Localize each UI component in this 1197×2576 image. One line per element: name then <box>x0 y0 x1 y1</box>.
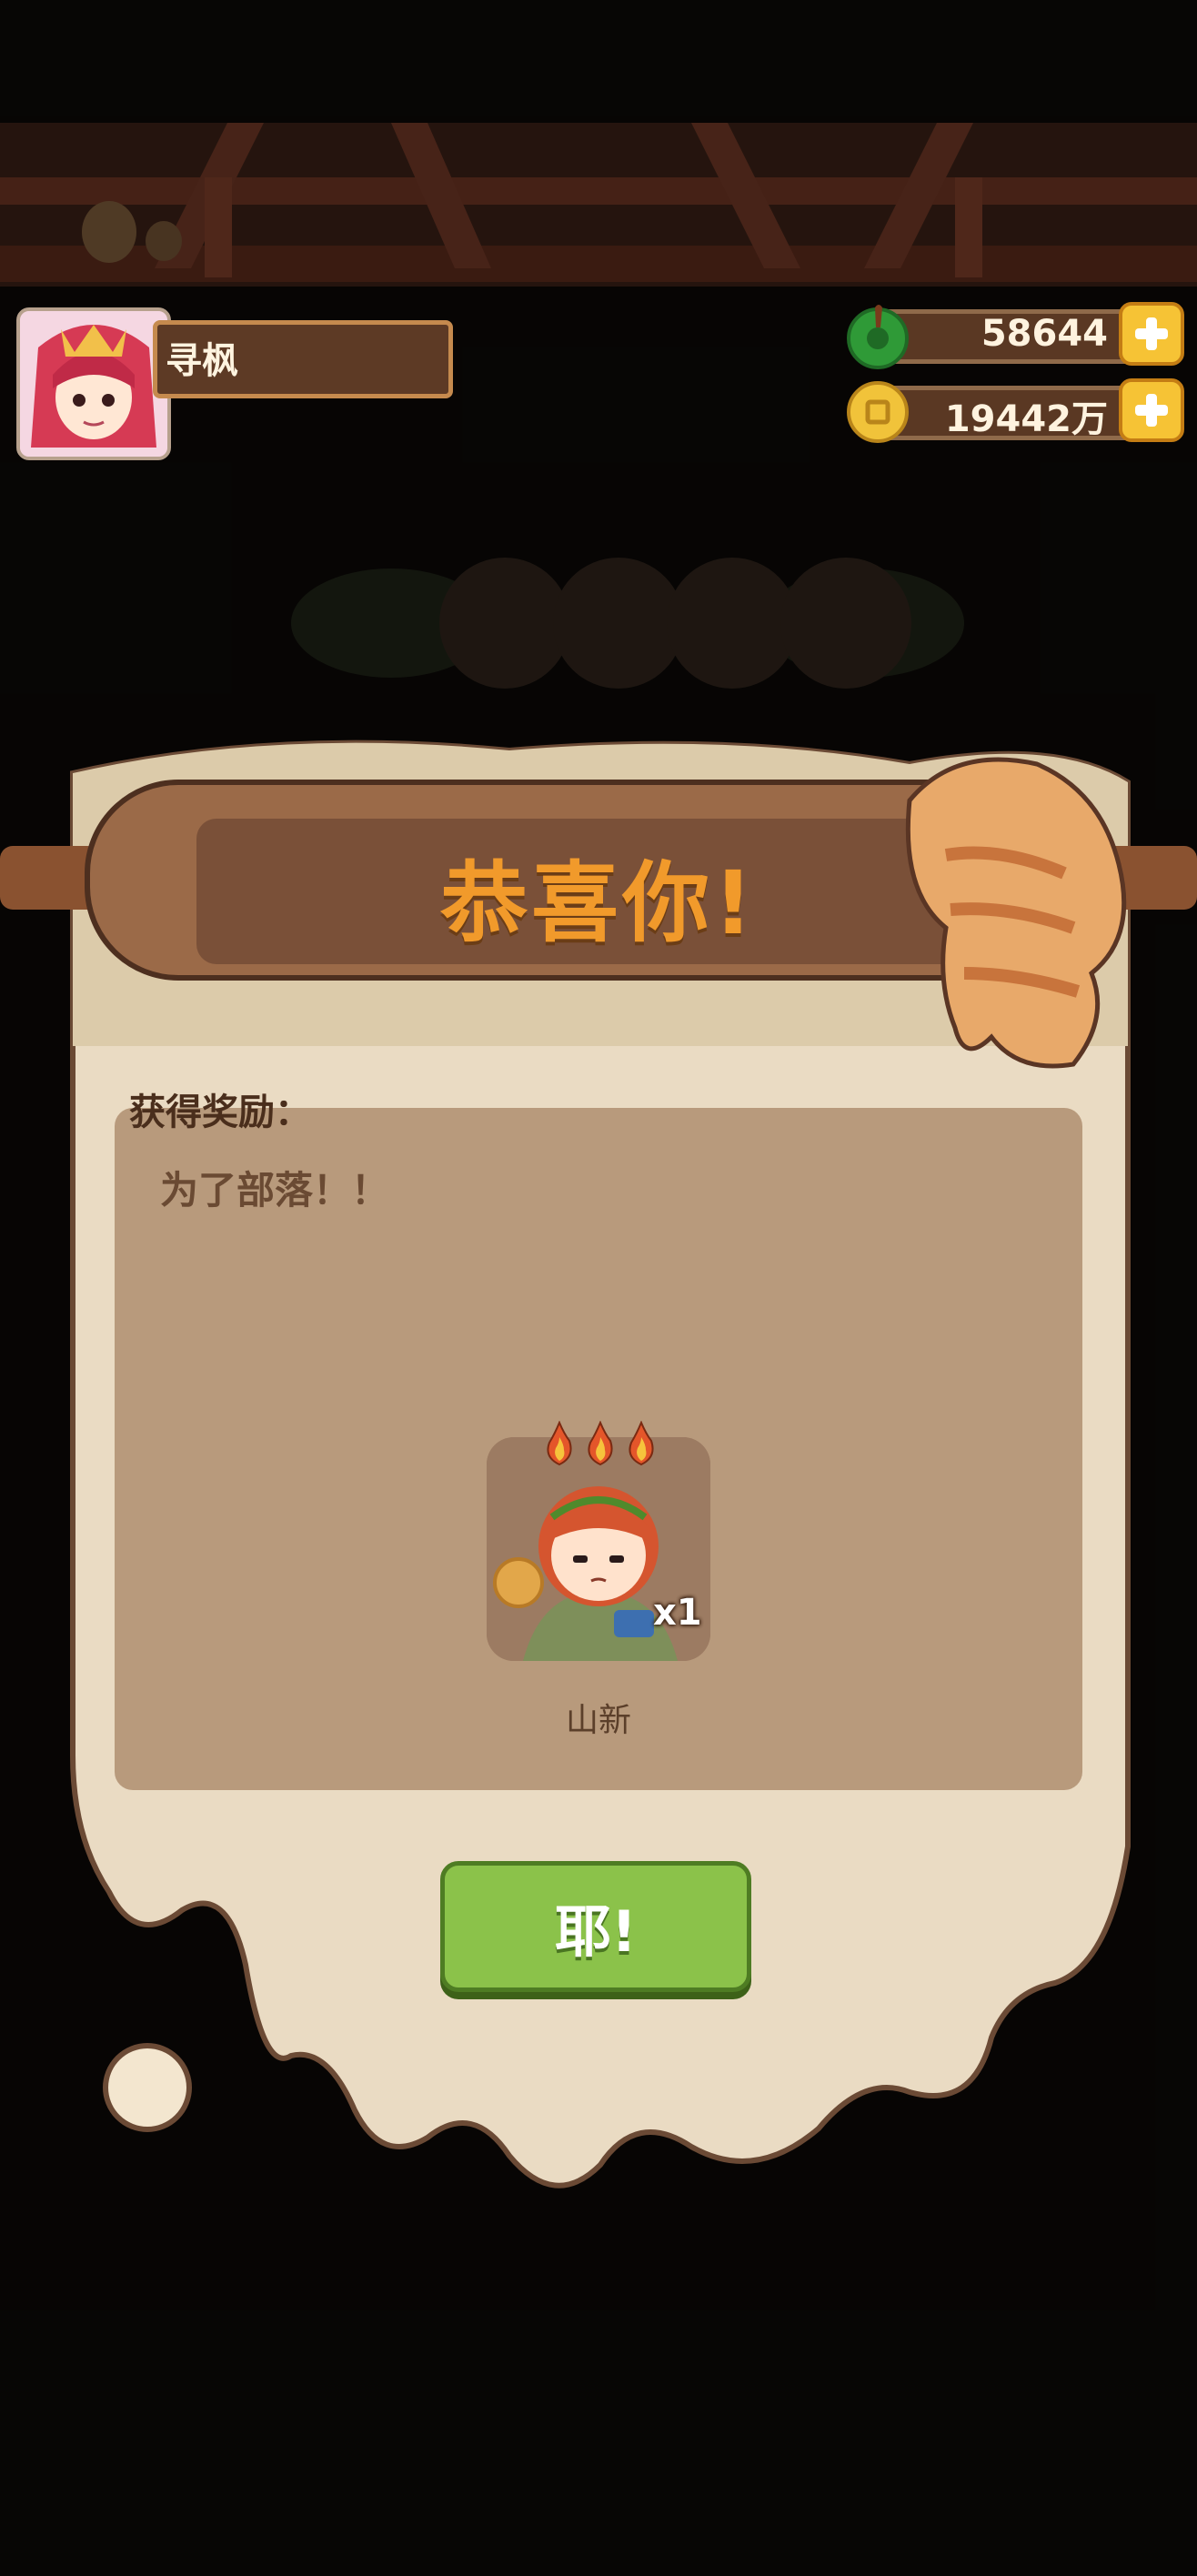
coin-value: 19442万 <box>944 398 1108 440</box>
confirm-button[interactable]: 耶! <box>440 1861 751 1992</box>
reward-item-count: x1 <box>653 1592 702 1634</box>
add-coin-button[interactable] <box>1119 378 1184 442</box>
player-avatar[interactable] <box>16 307 171 460</box>
reward-label: 获得奖励： <box>129 1092 311 1133</box>
add-jade-button[interactable] <box>1119 302 1184 366</box>
rarity-flames-icon <box>547 1421 654 1466</box>
reward-message: 为了部落！！ <box>160 1168 390 1213</box>
player-name: 寻枫 <box>166 340 238 382</box>
plus-icon <box>1135 317 1168 350</box>
jade-value: 58644 <box>981 313 1108 355</box>
reward-item-name: 山新 <box>565 1702 631 1739</box>
confirm-button-label: 耶! <box>554 1898 638 1965</box>
plus-icon <box>1135 394 1168 427</box>
dialog-title: 恭喜你! <box>440 852 757 954</box>
avatar-portrait-icon <box>20 311 167 457</box>
